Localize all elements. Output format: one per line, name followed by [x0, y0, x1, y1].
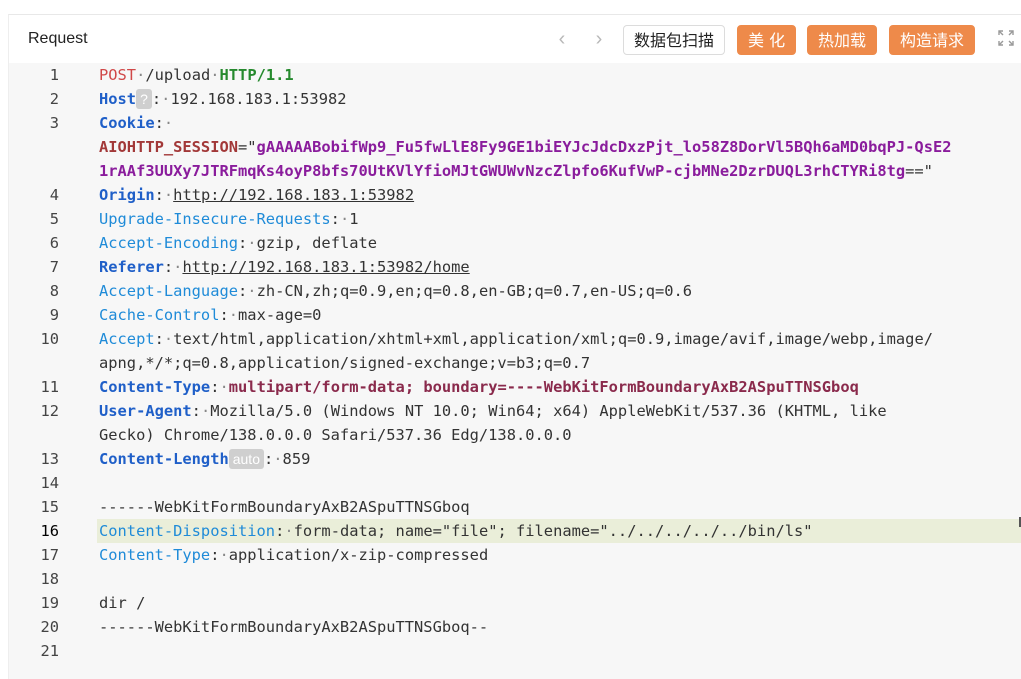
- header-value: gzip, deflate: [256, 234, 378, 252]
- line-number: 12: [40, 402, 59, 420]
- line-number: 16: [40, 522, 59, 540]
- line-number: 15: [40, 498, 59, 516]
- line-number: 21: [40, 642, 59, 660]
- header-key: Content-Type: [99, 378, 211, 396]
- line-number: 3: [49, 114, 59, 132]
- line-number: 8: [49, 282, 59, 300]
- code-line[interactable]: Content-Length auto:·859: [99, 447, 1017, 471]
- line-number: 13: [40, 450, 59, 468]
- header-value: 1: [349, 210, 359, 228]
- code-line[interactable]: Origin:·http://192.168.183.1:53982: [99, 183, 1017, 207]
- header-key: Content-Length: [99, 450, 229, 468]
- expand-icon[interactable]: [997, 29, 1015, 47]
- header-value: Mozilla/5.0 (Windows NT 10.0; Win64; x64…: [210, 402, 887, 420]
- panel-title: Request: [28, 30, 88, 47]
- line-number: 5: [49, 210, 59, 228]
- header-key: Accept: [99, 330, 155, 348]
- line-number: 20: [40, 618, 59, 636]
- header-key: Cookie: [99, 114, 155, 132]
- request-panel: Request ‹ › 数据包扫描 美 化 热加载 构造请求 1 2 3 4 5…: [8, 14, 1021, 679]
- line-number: 7: [49, 258, 59, 276]
- line-number: 6: [49, 234, 59, 252]
- code-line[interactable]: Upgrade-Insecure-Requests:·1: [99, 207, 1017, 231]
- chevron-left-icon[interactable]: ‹: [552, 28, 572, 50]
- code-line[interactable]: ------WebKitFormBoundaryAxB2ASpuTTNSGboq…: [99, 615, 1017, 639]
- content-type-value: multipart/form-data; boundary=----WebKit…: [228, 378, 859, 396]
- code-line[interactable]: User-Agent:·Mozilla/5.0 (Windows NT 10.0…: [99, 399, 1017, 423]
- beautify-button[interactable]: 美 化: [737, 25, 797, 55]
- code-line[interactable]: Content-Type:·application/x-zip-compress…: [99, 543, 1017, 567]
- auto-length-badge[interactable]: auto: [228, 449, 264, 469]
- code-line[interactable]: Referer:·http://192.168.183.1:53982/home: [99, 255, 1017, 279]
- request-path: /upload: [145, 66, 211, 84]
- cookie-name: AIOHTTP_SESSION: [99, 138, 238, 156]
- code-line[interactable]: Content-Type:·multipart/form-data; bound…: [99, 375, 1017, 399]
- line-number: 17: [40, 546, 59, 564]
- header-key: Upgrade-Insecure-Requests: [99, 210, 331, 228]
- code-line[interactable]: Cookie:·: [99, 111, 1017, 135]
- code-line[interactable]: Content-Disposition:·form-data; name="fi…: [99, 519, 1017, 543]
- line-number: 19: [40, 594, 59, 612]
- hot-load-button[interactable]: 热加载: [807, 25, 878, 55]
- line-number: 4: [49, 186, 59, 204]
- line-number: 2: [49, 90, 59, 108]
- header-value: 192.168.183.1:53982: [170, 90, 347, 108]
- boundary-line: ------WebKitFormBoundaryAxB2ASpuTTNSGboq: [99, 498, 470, 516]
- code-line[interactable]: Gecko) Chrome/138.0.0.0 Safari/537.36 Ed…: [99, 423, 1017, 447]
- code-line[interactable]: Host?:·192.168.183.1:53982: [99, 87, 1017, 111]
- origin-link[interactable]: http://192.168.183.1:53982: [173, 186, 414, 204]
- body-text: dir /: [99, 594, 146, 612]
- cookie-value-cont: 1rAAf3UUXy7JTRFmqKs4oyP8bfs70UtKVlYfioMJ…: [99, 162, 906, 180]
- code-line[interactable]: AIOHTTP_SESSION="gAAAAABobifWp9_Fu5fwLlE…: [99, 135, 1017, 159]
- code-line[interactable]: dir /: [99, 591, 1017, 615]
- construct-request-button[interactable]: 构造请求: [889, 25, 976, 55]
- header-value-cont: apng,*/*;q=0.8,application/signed-exchan…: [99, 354, 591, 372]
- http-version: HTTP/1.1: [219, 66, 294, 84]
- code-line[interactable]: POST·/upload·HTTP/1.1: [99, 63, 1017, 87]
- code-line[interactable]: Accept-Encoding:·gzip, deflate: [99, 231, 1017, 255]
- header-value: text/html,application/xhtml+xml,applicat…: [173, 330, 933, 348]
- code-line[interactable]: Cache-Control:·max-age=0: [99, 303, 1017, 327]
- boundary-end-line: ------WebKitFormBoundaryAxB2ASpuTTNSGboq…: [99, 618, 489, 636]
- code-line[interactable]: ------WebKitFormBoundaryAxB2ASpuTTNSGboq: [99, 495, 1017, 519]
- code-line[interactable]: Accept:·text/html,application/xhtml+xml,…: [99, 327, 1017, 351]
- request-editor[interactable]: 1 2 3 4 5 6 7 8 9 10 11 12 13 14 15 16 1…: [9, 63, 1021, 679]
- header-key: Referer: [99, 258, 164, 276]
- chevron-right-icon[interactable]: ›: [589, 28, 609, 50]
- header-key: Cache-Control: [99, 306, 220, 324]
- line-number: 1: [49, 66, 59, 84]
- code-line[interactable]: 1rAAf3UUXy7JTRFmqKs4oyP8bfs70UtKVlYfioMJ…: [99, 159, 1017, 183]
- line-number: 10: [40, 330, 59, 348]
- header-key: Accept-Encoding: [99, 234, 238, 252]
- header-key: User-Agent: [99, 402, 192, 420]
- header-key: Content-Disposition: [99, 522, 276, 540]
- header-value: max-age=0: [238, 306, 322, 324]
- header-key: Content-Type: [99, 546, 211, 564]
- panel-header: Request ‹ › 数据包扫描 美 化 热加载 构造请求: [9, 15, 1021, 63]
- header-key: Origin: [99, 186, 155, 204]
- header-value-cont: Gecko) Chrome/138.0.0.0 Safari/537.36 Ed…: [99, 426, 572, 444]
- header-value: form-data; name="file"; filename="../../…: [293, 522, 813, 540]
- cookie-value: gAAAAABobifWp9_Fu5fwLlE8Fy9GE1biEYJcJdcD…: [256, 138, 952, 156]
- code-line[interactable]: Accept-Language:·zh-CN,zh;q=0.9,en;q=0.8…: [99, 279, 1017, 303]
- code-line[interactable]: apng,*/*;q=0.8,application/signed-exchan…: [99, 351, 1017, 375]
- line-number: 14: [40, 474, 59, 492]
- packet-scan-button[interactable]: 数据包扫描: [623, 25, 726, 55]
- header-value: application/x-zip-compressed: [228, 546, 489, 564]
- line-number: 9: [49, 306, 59, 324]
- line-number: 18: [40, 570, 59, 588]
- line-number: 11: [40, 378, 59, 396]
- header-value: zh-CN,zh;q=0.9,en;q=0.8,en-GB;q=0.7,en-U…: [256, 282, 693, 300]
- http-method: POST: [99, 66, 137, 84]
- header-value: 859: [282, 450, 311, 468]
- header-key: Host: [99, 90, 137, 108]
- host-help-badge[interactable]: ?: [136, 89, 152, 109]
- referer-link[interactable]: http://192.168.183.1:53982/home: [182, 258, 469, 276]
- header-key: Accept-Language: [99, 282, 238, 300]
